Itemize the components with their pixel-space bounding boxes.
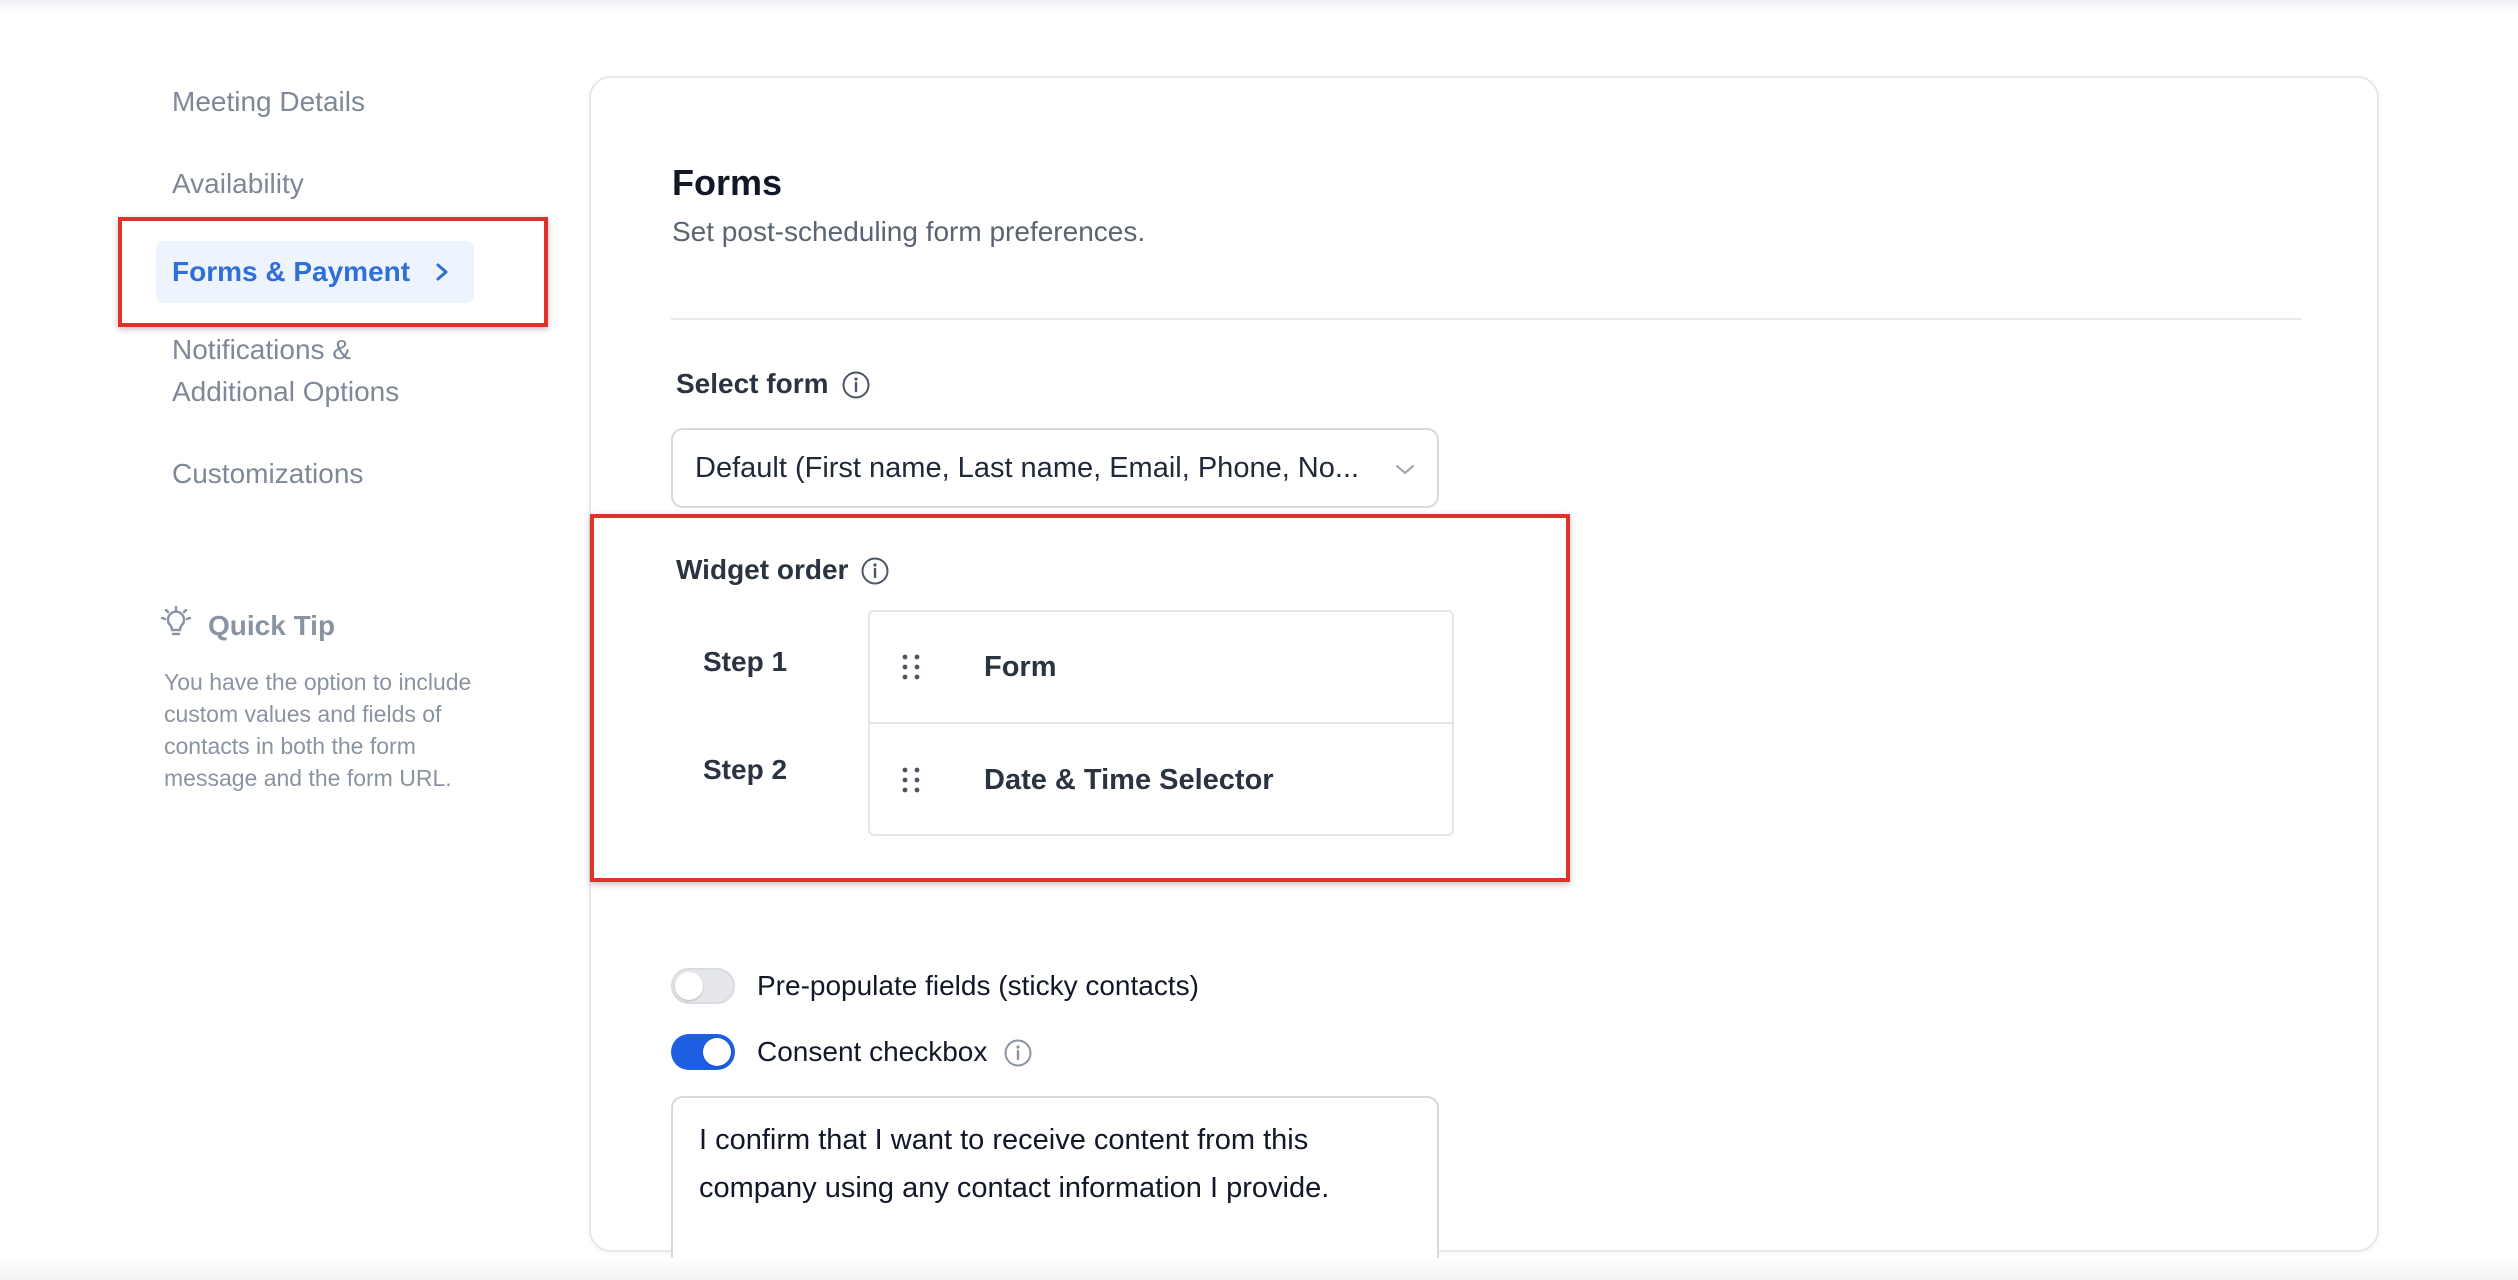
widget-name: Form xyxy=(984,650,1057,683)
quick-tip: Quick Tip You have the option to include… xyxy=(156,604,486,794)
quick-tip-title: Quick Tip xyxy=(156,604,486,648)
widget-order-label-text: Widget order xyxy=(676,554,849,585)
chevron-down-icon xyxy=(1393,456,1417,480)
toggle-knob xyxy=(675,972,703,1000)
lightbulb-icon xyxy=(156,603,196,650)
info-icon[interactable] xyxy=(860,556,889,585)
info-icon[interactable] xyxy=(1003,1038,1032,1067)
sidebar-item-customizations[interactable]: Customizations xyxy=(156,453,474,495)
widget-order-list: Form Date & Time Selector xyxy=(868,610,1454,836)
info-icon[interactable] xyxy=(841,370,869,399)
prepopulate-row: Pre-populate fields (sticky contacts) xyxy=(671,968,1199,1004)
widget-row-form[interactable]: Form xyxy=(870,612,1452,724)
consent-text-input[interactable]: I confirm that I want to receive content… xyxy=(671,1096,1439,1280)
page-title: Forms xyxy=(672,162,783,203)
toggle-knob xyxy=(703,1038,731,1066)
sidebar-item-forms-payment[interactable]: Forms & Payment xyxy=(156,241,474,303)
select-form-value: Default (First name, Last name, Email, P… xyxy=(695,451,1360,484)
step-2-label: Step 2 xyxy=(703,754,788,785)
prepopulate-toggle[interactable] xyxy=(671,968,735,1004)
drag-handle-icon[interactable] xyxy=(896,652,926,682)
page-subtitle: Set post-scheduling form preferences. xyxy=(672,216,1146,247)
chevron-right-icon xyxy=(432,241,454,325)
page: Meeting Details Availability Forms & Pay… xyxy=(0,0,2518,1280)
forms-settings-card: Forms Set post-scheduling form preferenc… xyxy=(589,76,2379,1280)
sidebar-item-meeting-details[interactable]: Meeting Details xyxy=(156,81,474,123)
sidebar-item-label: Notifications & Additional Options xyxy=(172,334,400,407)
step-1-label: Step 1 xyxy=(703,646,788,677)
widget-order-label: Widget order xyxy=(676,554,889,586)
consent-toggle[interactable] xyxy=(671,1034,735,1070)
quick-tip-text: You have the option to include custom va… xyxy=(164,669,472,791)
sidebar-item-notifications[interactable]: Notifications & Additional Options xyxy=(156,329,474,413)
sidebar-item-availability[interactable]: Availability xyxy=(156,163,474,205)
widget-row-date-time-selector[interactable]: Date & Time Selector xyxy=(870,724,1452,836)
prepopulate-label: Pre-populate fields (sticky contacts) xyxy=(757,970,1199,1001)
top-shade xyxy=(0,0,2518,12)
consent-label: Consent checkbox xyxy=(757,1036,988,1067)
drag-handle-icon[interactable] xyxy=(896,765,926,795)
sidebar-item-label: Customizations xyxy=(172,458,364,489)
consent-row: Consent checkbox xyxy=(671,1034,1032,1070)
widget-name: Date & Time Selector xyxy=(984,763,1274,796)
select-form-label: Select form xyxy=(676,368,869,400)
quick-tip-heading: Quick Tip xyxy=(208,610,336,641)
sidebar-item-label: Availability xyxy=(172,168,304,199)
sidebar-item-label: Meeting Details xyxy=(172,86,365,117)
sidebar-item-label: Forms & Payment xyxy=(172,256,411,287)
bottom-shade xyxy=(0,1258,2518,1280)
consent-text: I confirm that I want to receive content… xyxy=(699,1124,1330,1204)
select-form-dropdown[interactable]: Default (First name, Last name, Email, P… xyxy=(671,428,1439,508)
select-form-label-text: Select form xyxy=(676,368,829,399)
section-divider xyxy=(671,318,2301,320)
